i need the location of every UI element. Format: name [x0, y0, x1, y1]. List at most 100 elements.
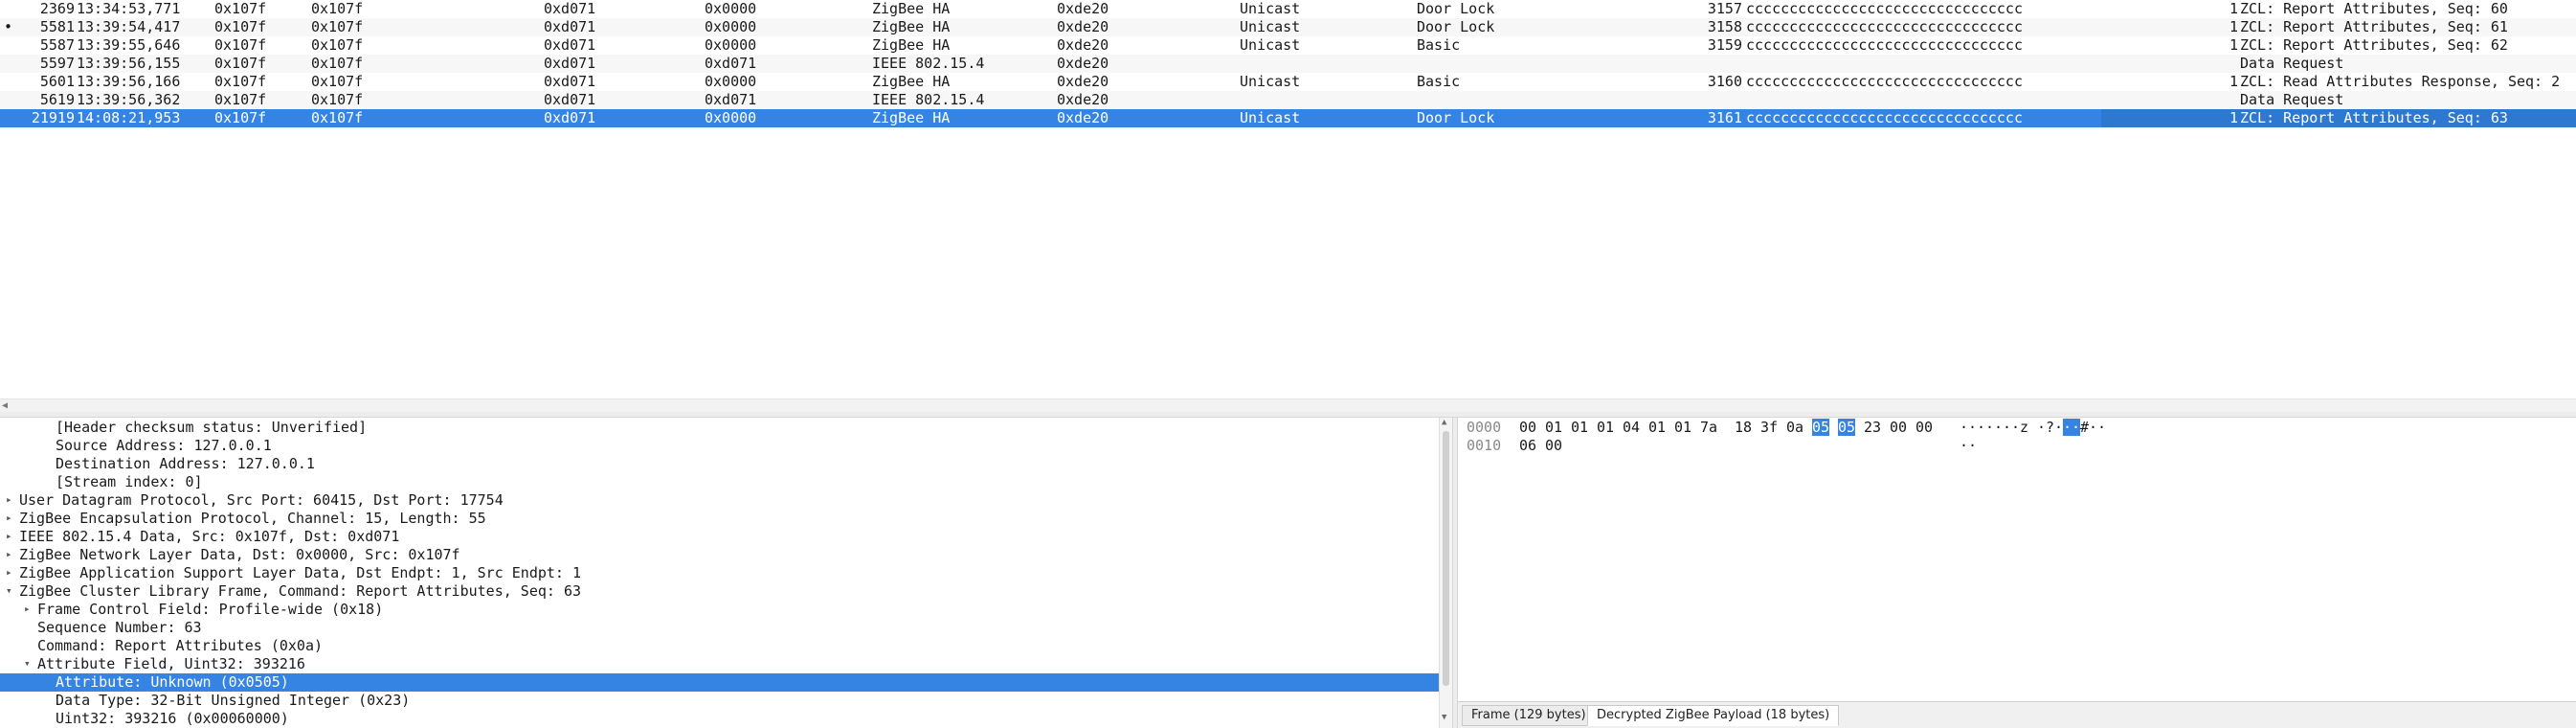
packet-hw-destination: 0x107f: [311, 36, 364, 54]
packet-bytes-pane[interactable]: 0000 00 01 01 01 04 01 01 7a 18 3f 0a 05 05 23 00 00 · · · ·…: [1458, 418, 2576, 701]
tree-item-label: ZigBee Encapsulation Protocol, Channel: …: [19, 510, 486, 527]
bytes-tab[interactable]: Frame (129 bytes): [1462, 705, 1596, 726]
ascii-char[interactable]: ·: [1994, 419, 2003, 436]
expand-down-icon[interactable]: ▾: [6, 582, 12, 600]
packet-data: cccccccccccccccccccccccccccccccc: [1746, 36, 2023, 54]
packet-mark: •: [4, 18, 13, 35]
packet-details-tree[interactable]: [Header checksum status: Unverified] Sour…: [0, 418, 1439, 728]
packet-cast-type: Unicast: [1240, 0, 1301, 17]
tree-item[interactable]: Uint32: 393216 (0x00060000): [0, 710, 1439, 728]
packet-info: ZCL: Report Attributes, Seq: 61: [2240, 18, 2508, 35]
expand-right-icon[interactable]: ▸: [6, 510, 12, 527]
hex-byte[interactable]: 00: [1890, 419, 1907, 436]
scrollbar-thumb[interactable]: [1443, 431, 1449, 686]
expand-right-icon[interactable]: ▸: [6, 546, 12, 563]
expand-right-icon[interactable]: ▸: [24, 601, 31, 618]
expand-right-icon[interactable]: ▸: [6, 564, 12, 581]
hex-byte[interactable]: 00: [1545, 437, 1562, 454]
tree-item[interactable]: [Stream index: 0]: [0, 473, 1439, 491]
packet-info: Data Request: [2240, 91, 2344, 108]
hex-byte[interactable]: 05: [1812, 419, 1830, 436]
tree-item[interactable]: ▸ ZigBee Network Layer Data, Dst: 0x0000,…: [0, 546, 1439, 564]
packet-list-horizontal-scrollbar[interactable]: ◀: [0, 398, 2576, 412]
packet-destination: 0x0000: [705, 0, 757, 17]
packet-row[interactable]: 21919 14:08:21,953 0x107f 0x107f 0xd071 0x000…: [0, 109, 2576, 127]
ascii-char[interactable]: ·: [1968, 419, 1977, 436]
packet-source: 0xd071: [544, 73, 596, 90]
scroll-up-icon[interactable]: ▲: [1442, 418, 1446, 427]
packet-row[interactable]: 5587 13:39:55,646 0x107f 0x107f 0xd071 0x0000…: [0, 36, 2576, 55]
packet-time: 13:39:56,362: [77, 91, 181, 108]
tree-item[interactable]: Attribute: Unknown (0x0505): [0, 673, 1439, 692]
hex-byte[interactable]: 01: [1648, 419, 1666, 436]
hex-byte[interactable]: 7a: [1700, 419, 1717, 436]
hex-byte[interactable]: 01: [1571, 419, 1588, 436]
ascii-char[interactable]: ·: [2011, 419, 2020, 436]
hex-byte[interactable]: 18: [1735, 419, 1752, 436]
hex-byte[interactable]: 00: [1915, 419, 1933, 436]
tree-item[interactable]: ▸ ZigBee Encapsulation Protocol, Channel:…: [0, 510, 1439, 528]
tree-item[interactable]: ▾ Attribute Field, Uint32: 393216: [0, 655, 1439, 673]
packet-row[interactable]: 2369 13:34:53,771 0x107f 0x107f 0xd071 0x0000…: [0, 0, 2576, 18]
ascii-char[interactable]: ·: [2097, 419, 2106, 436]
tree-item[interactable]: Sequence Number: 63: [0, 619, 1439, 637]
ascii-char[interactable]: #: [2080, 419, 2089, 436]
hex-byte[interactable]: 0a: [1786, 419, 1803, 436]
packet-row[interactable]: 5619 13:39:56,362 0x107f 0x107f 0xd071 0xd071…: [0, 91, 2576, 109]
tree-item[interactable]: ▸ ZigBee Application Support Layer Data, …: [0, 564, 1439, 582]
tree-item-label: Attribute: Unknown (0x0505): [56, 673, 289, 691]
tree-item[interactable]: ▸ Frame Control Field: Profile-wide (0x18…: [0, 601, 1439, 619]
tree-item[interactable]: ▸ User Datagram Protocol, Src Port: 60415…: [0, 491, 1439, 510]
ascii-char[interactable]: z: [2020, 419, 2028, 436]
packet-info: ZCL: Read Attributes Response, Seq: 2: [2240, 73, 2561, 90]
tree-item-label: Attribute Field, Uint32: 393216: [37, 655, 305, 672]
hex-byte[interactable]: 05: [1838, 419, 1856, 436]
ascii-char[interactable]: ·: [2037, 419, 2046, 436]
ascii-char[interactable]: ·: [1960, 437, 1968, 454]
hex-byte[interactable]: 00: [1519, 419, 1536, 436]
packet-row[interactable]: 5597 13:39:56,155 0x107f 0x107f 0xd071 0xd071…: [0, 55, 2576, 73]
tree-item[interactable]: ▾ ZigBee Cluster Library Frame, Command: …: [0, 582, 1439, 601]
ascii-char[interactable]: ·: [2072, 419, 2081, 436]
hex-byte[interactable]: 23: [1864, 419, 1881, 436]
hex-byte[interactable]: 01: [1597, 419, 1614, 436]
packet-info: ZCL: Report Attributes, Seq: 60: [2240, 0, 2508, 17]
ascii-char[interactable]: ·: [1977, 419, 1985, 436]
expand-right-icon[interactable]: ▸: [6, 528, 12, 545]
scroll-left-icon[interactable]: ◀: [2, 400, 8, 412]
tree-item-label: Command: Report Attributes (0x0a): [37, 637, 324, 654]
ascii-char[interactable]: ?: [2046, 419, 2054, 436]
packet-length: 3161: [1707, 109, 1742, 126]
details-vertical-scrollbar[interactable]: ▲ ▼: [1439, 418, 1452, 728]
tree-item[interactable]: Data Type: 32-Bit Unsigned Integer (0x23…: [0, 692, 1439, 710]
expand-right-icon[interactable]: ▸: [6, 491, 12, 509]
bytes-tab[interactable]: Decrypted ZigBee Payload (18 bytes): [1587, 705, 1840, 726]
hex-byte[interactable]: 04: [1623, 419, 1640, 436]
packet-list[interactable]: 2369 13:34:53,771 0x107f 0x107f 0xd071 0x0000…: [0, 0, 2576, 398]
hex-byte[interactable]: 06: [1519, 437, 1536, 454]
hex-byte[interactable]: 01: [1545, 419, 1562, 436]
packet-row[interactable]: 5601 13:39:56,166 0x107f 0x107f 0xd071 0x0000…: [0, 73, 2576, 91]
tree-item[interactable]: Destination Address: 127.0.0.1: [0, 455, 1439, 473]
tree-item[interactable]: [Header checksum status: Unverified]: [0, 419, 1439, 437]
hex-byte[interactable]: 01: [1674, 419, 1691, 436]
packet-fragment: 1: [2229, 73, 2238, 90]
packet-protocol: ZigBee HA: [872, 36, 951, 54]
packet-row[interactable]: • 5581 13:39:54,417 0x107f 0x107f 0xd071 0x000…: [0, 18, 2576, 36]
ascii-char[interactable]: ·: [1960, 419, 1968, 436]
ascii-char[interactable]: ·: [2063, 419, 2072, 436]
tree-item[interactable]: Command: Report Attributes (0x0a): [0, 637, 1439, 655]
ascii-char[interactable]: ·: [2089, 419, 2097, 436]
hex-byte[interactable]: 3f: [1760, 419, 1778, 436]
ascii-char[interactable]: ·: [1968, 437, 1977, 454]
tree-item[interactable]: ▸ IEEE 802.15.4 Data, Src: 0x107f, Dst: 0…: [0, 528, 1439, 546]
ascii-char[interactable]: ·: [1985, 419, 1994, 436]
packet-pan-id: 0xde20: [1057, 109, 1109, 126]
tree-item[interactable]: Source Address: 127.0.0.1: [0, 437, 1439, 455]
tree-item-label: Destination Address: 127.0.0.1: [56, 455, 315, 472]
scroll-down-icon[interactable]: ▼: [1442, 713, 1446, 722]
ascii-char[interactable]: ·: [2003, 419, 2011, 436]
expand-down-icon[interactable]: ▾: [24, 655, 31, 672]
packet-number: 5619: [39, 91, 75, 108]
ascii-char[interactable]: ·: [2054, 419, 2063, 436]
